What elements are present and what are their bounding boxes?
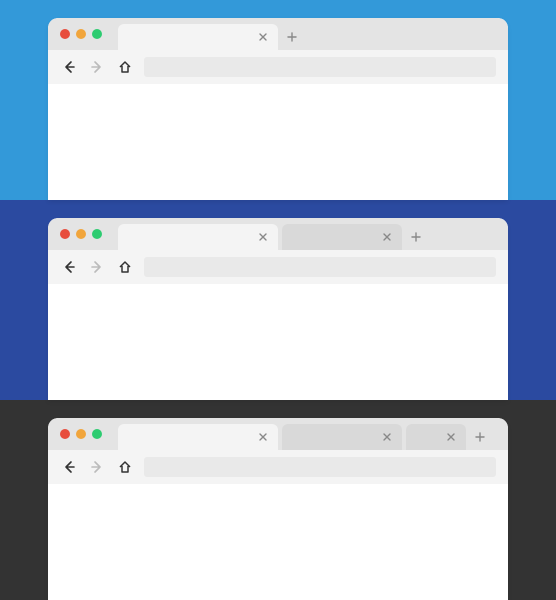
browser-window-2 bbox=[48, 218, 508, 400]
viewport bbox=[48, 284, 508, 400]
home-button[interactable] bbox=[116, 458, 134, 476]
window-controls bbox=[60, 24, 102, 50]
close-tab-icon[interactable] bbox=[380, 430, 394, 444]
home-button[interactable] bbox=[116, 58, 134, 76]
minimize-icon[interactable] bbox=[76, 29, 86, 39]
tab-1[interactable] bbox=[118, 24, 278, 50]
close-icon[interactable] bbox=[60, 229, 70, 239]
new-tab-button[interactable] bbox=[282, 27, 302, 47]
tab-strip bbox=[48, 18, 508, 50]
back-button[interactable] bbox=[60, 58, 78, 76]
tab-2[interactable] bbox=[282, 224, 402, 250]
maximize-icon[interactable] bbox=[92, 429, 102, 439]
tabs-container bbox=[118, 24, 496, 50]
viewport bbox=[48, 484, 508, 600]
minimize-icon[interactable] bbox=[76, 429, 86, 439]
tab-2[interactable] bbox=[282, 424, 402, 450]
browser-window-1 bbox=[48, 18, 508, 200]
background-band-3 bbox=[0, 400, 556, 600]
back-button[interactable] bbox=[60, 258, 78, 276]
window-controls bbox=[60, 224, 102, 250]
address-bar[interactable] bbox=[144, 57, 496, 77]
forward-button[interactable] bbox=[88, 258, 106, 276]
background-band-2 bbox=[0, 200, 556, 400]
close-tab-icon[interactable] bbox=[256, 230, 270, 244]
close-icon[interactable] bbox=[60, 429, 70, 439]
close-tab-icon[interactable] bbox=[444, 430, 458, 444]
new-tab-button[interactable] bbox=[470, 427, 490, 447]
address-bar[interactable] bbox=[144, 457, 496, 477]
toolbar bbox=[48, 450, 508, 484]
new-tab-button[interactable] bbox=[406, 227, 426, 247]
browser-window-3 bbox=[48, 418, 508, 600]
tab-3[interactable] bbox=[406, 424, 466, 450]
tab-strip bbox=[48, 418, 508, 450]
home-button[interactable] bbox=[116, 258, 134, 276]
tab-1[interactable] bbox=[118, 224, 278, 250]
toolbar bbox=[48, 250, 508, 284]
close-tab-icon[interactable] bbox=[380, 230, 394, 244]
close-icon[interactable] bbox=[60, 29, 70, 39]
tab-1[interactable] bbox=[118, 424, 278, 450]
forward-button[interactable] bbox=[88, 58, 106, 76]
tabs-container bbox=[118, 224, 496, 250]
close-tab-icon[interactable] bbox=[256, 30, 270, 44]
tab-strip bbox=[48, 218, 508, 250]
forward-button[interactable] bbox=[88, 458, 106, 476]
back-button[interactable] bbox=[60, 458, 78, 476]
close-tab-icon[interactable] bbox=[256, 430, 270, 444]
maximize-icon[interactable] bbox=[92, 229, 102, 239]
window-controls bbox=[60, 424, 102, 450]
minimize-icon[interactable] bbox=[76, 229, 86, 239]
maximize-icon[interactable] bbox=[92, 29, 102, 39]
toolbar bbox=[48, 50, 508, 84]
address-bar[interactable] bbox=[144, 257, 496, 277]
tabs-container bbox=[118, 424, 496, 450]
background-band-1 bbox=[0, 0, 556, 200]
viewport bbox=[48, 84, 508, 200]
